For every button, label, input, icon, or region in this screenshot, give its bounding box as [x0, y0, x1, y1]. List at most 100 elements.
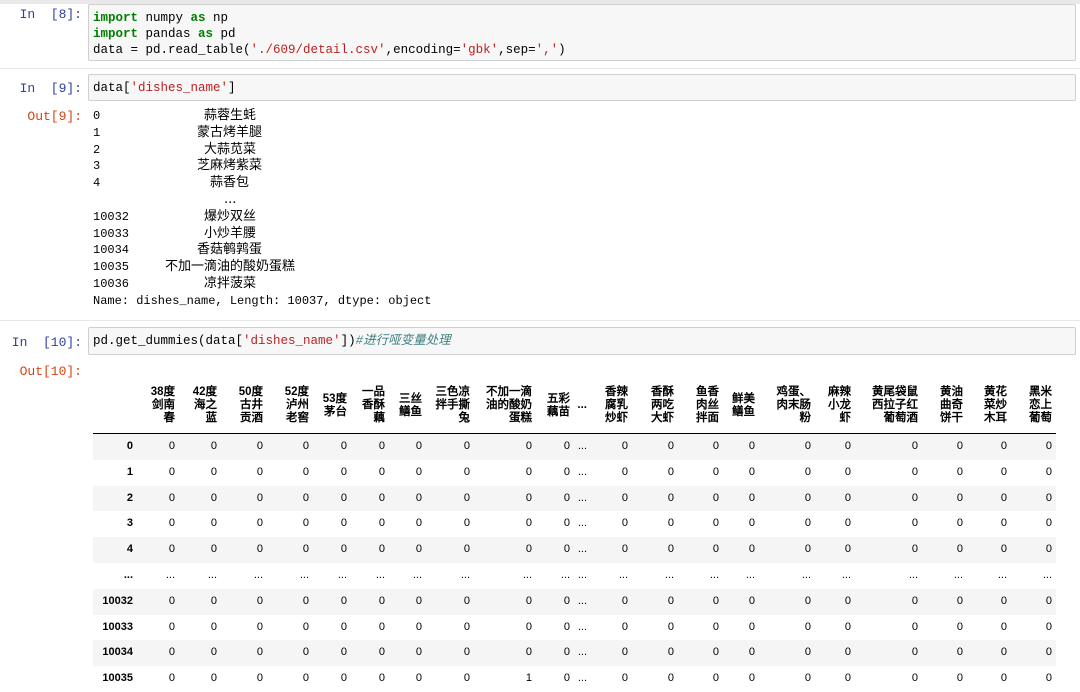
table-cell: 0: [911, 465, 918, 478]
table-cell: ...: [207, 568, 217, 581]
table-cell: 0: [804, 517, 811, 530]
table-cell: ...: [618, 568, 628, 581]
series-row: 1 蒙古烤羊腿: [93, 125, 593, 142]
input-prompt: In [8]:: [19, 7, 82, 22]
column-header-label: 黑米 恋上 葡萄: [1029, 386, 1052, 424]
table-cell: 0: [463, 440, 470, 452]
table-row: 10032 0 0 0 0 0 0 0 0 0 0... 0 0 0 0 0 0 0 0 0 0: [93, 588, 1056, 615]
table-cell: 0: [1000, 543, 1007, 556]
table-cell: 0: [378, 491, 385, 504]
table-cell: 0: [463, 517, 470, 530]
table-cell: ...: [1042, 568, 1052, 581]
series-value: ...: [224, 191, 237, 207]
table-cell: 0: [256, 672, 263, 685]
table-cell: 0: [712, 672, 719, 685]
series-row: 10032 爆炒双丝: [93, 209, 593, 226]
table-cell: 0: [256, 517, 263, 530]
table-row: 0 0 0 0 0 0 0 0 0 0 0... 0 0 0 0 0 0 0 0 0 0: [93, 433, 1056, 460]
table-row: ........................................…: [93, 563, 1056, 589]
table-cell: 0: [525, 440, 532, 452]
table-cell: 0: [256, 491, 263, 504]
table-row: 1 0 0 0 0 0 0 0 0 0 0... 0 0 0 0 0 0 0 0 0 0: [93, 460, 1056, 486]
column-header: 麻辣 小龙 虾: [815, 378, 855, 434]
table-cell: 0: [956, 646, 963, 659]
table-cell: 0: [378, 620, 385, 633]
column-header: 52度 泸州 老窖: [267, 378, 313, 434]
table-cell: 0: [911, 620, 918, 633]
table-cell: 1: [525, 672, 532, 685]
table-cell: 0: [1000, 491, 1007, 504]
table-row: 10034 0 0 0 0 0 0 0 0 0 0... 0 0 0 0 0 0 0 0 0 0: [93, 640, 1056, 667]
table-cell: ...: [412, 568, 422, 581]
series-value: 蒙古烤羊腿: [197, 124, 263, 140]
code-editor[interactable]: pd.get_dummies(data['dishes_name'])#进行哑变…: [88, 327, 1076, 355]
column-header-label: 52度 泸州 老窖: [284, 386, 309, 424]
table-cell: 0: [302, 440, 309, 452]
table-cell: 0: [748, 594, 755, 607]
table-cell: 0: [563, 465, 570, 478]
code-token: numpy: [138, 11, 191, 25]
table-cell: 0: [667, 491, 674, 504]
series-output: 0 蒜蓉生蚝 1 蒙古烤羊腿 2 大蒜苋菜 3 芝麻烤紫菜 4 蒜香包... 10032 爆炒双丝 10…: [93, 108, 593, 310]
table-cell: ...: [299, 568, 309, 581]
table-cell: 0: [378, 672, 385, 685]
table-cell: 0: [525, 646, 532, 659]
table-cell: 0: [256, 646, 263, 659]
column-header: 鲜美 鳝鱼: [723, 378, 759, 434]
table-cell: 0: [748, 491, 755, 504]
series-row: 2 大蒜苋菜: [93, 142, 593, 159]
series-index: 4: [93, 176, 101, 191]
index-header: [93, 378, 137, 434]
table-cell: 0: [525, 465, 532, 478]
table-cell: 0: [302, 465, 309, 478]
table-cell: 0: [804, 646, 811, 659]
table-cell: 0: [563, 646, 570, 659]
table-cell: 0: [844, 465, 851, 478]
table-cell: 0: [256, 620, 263, 633]
code-token: ',': [535, 43, 559, 57]
column-header-label: 一品 香酥 藕: [362, 386, 385, 424]
table-cell: 0: [621, 465, 628, 478]
table-cell: 0: [748, 672, 755, 685]
column-header-label: 三色凉 拌手撕 兔: [435, 386, 471, 424]
code-editor[interactable]: import numpy as np import pandas as pd d…: [88, 4, 1076, 61]
table-cell: 0: [302, 620, 309, 633]
code-token: ]): [340, 334, 356, 348]
table-cell: ...: [577, 594, 587, 607]
column-header: 黄花 菜炒 木耳: [967, 378, 1011, 434]
column-header-label: 麻辣 小龙 虾: [828, 386, 851, 424]
table-cell: 0: [415, 646, 422, 659]
table-cell: 0: [463, 465, 470, 478]
code-editor[interactable]: data['dishes_name']: [88, 74, 1076, 101]
code-token: #进行哑变量处理: [355, 334, 451, 348]
table-cell: 0: [525, 491, 532, 504]
table-cell: 0: [378, 594, 385, 607]
series-row: 10034 香菇鹌鹑蛋: [93, 242, 593, 259]
series-footer: Name: dishes_name, Length: 10037, dtype:…: [93, 293, 432, 308]
table-cell: 0: [844, 620, 851, 633]
table-cell: 0: [667, 646, 674, 659]
table-cell: 0: [712, 491, 719, 504]
cell-divider: [0, 320, 1080, 321]
table-cell: 0: [844, 646, 851, 659]
dataframe-table: 38度 剑南 春 42度 海之 蓝 50度 古井 贡酒 52度 泸州 老窖 53度 茅台…: [93, 378, 1056, 692]
table-cell: 0: [415, 517, 422, 530]
table-cell: 0: [956, 594, 963, 607]
column-header-label: 38度 剑南 春: [150, 386, 175, 424]
table-cell: 0: [804, 620, 811, 633]
table-cell: 0: [667, 440, 674, 452]
table-cell: 0: [804, 594, 811, 607]
table-cell: 0: [340, 620, 347, 633]
table-cell: ...: [664, 568, 674, 581]
table-cell: 0: [667, 517, 674, 530]
code-line: import pandas as pd: [93, 26, 1071, 42]
table-cell: ...: [801, 568, 811, 581]
table-cell: 0: [911, 517, 918, 530]
code-token: ): [558, 43, 566, 57]
table-cell: 0: [378, 543, 385, 556]
table-cell: 0: [804, 440, 811, 452]
column-header-label: 三丝 鳝鱼: [399, 392, 422, 418]
table-cell: 0: [168, 491, 175, 504]
table-cell: 0: [1000, 620, 1007, 633]
table-row: 4 0 0 0 0 0 0 0 0 0 0... 0 0 0 0 0 0 0 0 0 0: [93, 537, 1056, 563]
